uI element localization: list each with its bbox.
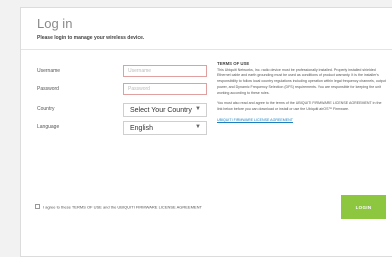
language-select[interactable]: English ▼ [123,121,207,135]
page-title: Log in [37,16,73,31]
chevron-down-icon: ▼ [195,124,201,130]
country-select-value: Select Your Country [130,107,192,114]
password-input[interactable] [123,83,207,95]
agree-label[interactable]: I agree to these TERMS OF USE and the UB… [43,204,202,209]
header-divider [21,49,392,50]
country-select[interactable]: Select Your Country ▼ [123,103,207,117]
terms-paragraph-1: This Ubiquiti Networks, Inc. radio devic… [217,67,386,95]
password-label: Password [37,86,59,92]
country-label: Country [37,106,55,112]
page-subtitle: Please login to manage your wireless dev… [37,35,145,41]
terms-heading: TERMS OF USE [217,61,250,66]
language-label: Language [37,124,60,130]
language-select-value: English [130,125,153,132]
agree-row: I agree to these TERMS OF USE and the UB… [35,204,202,210]
terms-paragraph-2: You must also read and agree to the term… [217,101,382,111]
firmware-license-link[interactable]: UBIQUITI FIRMWARE LICENSE AGREEMENT [217,118,293,122]
username-input[interactable] [123,65,207,77]
chevron-down-icon: ▼ [195,106,201,112]
login-card: Log in Please login to manage your wirel… [20,7,392,257]
agree-checkbox[interactable] [35,204,40,210]
terms-of-use-panel[interactable]: TERMS OF USE This Ubiquiti Networks, Inc… [217,61,387,201]
username-label: Username [37,68,61,74]
login-button[interactable]: LOGIN [341,195,386,219]
